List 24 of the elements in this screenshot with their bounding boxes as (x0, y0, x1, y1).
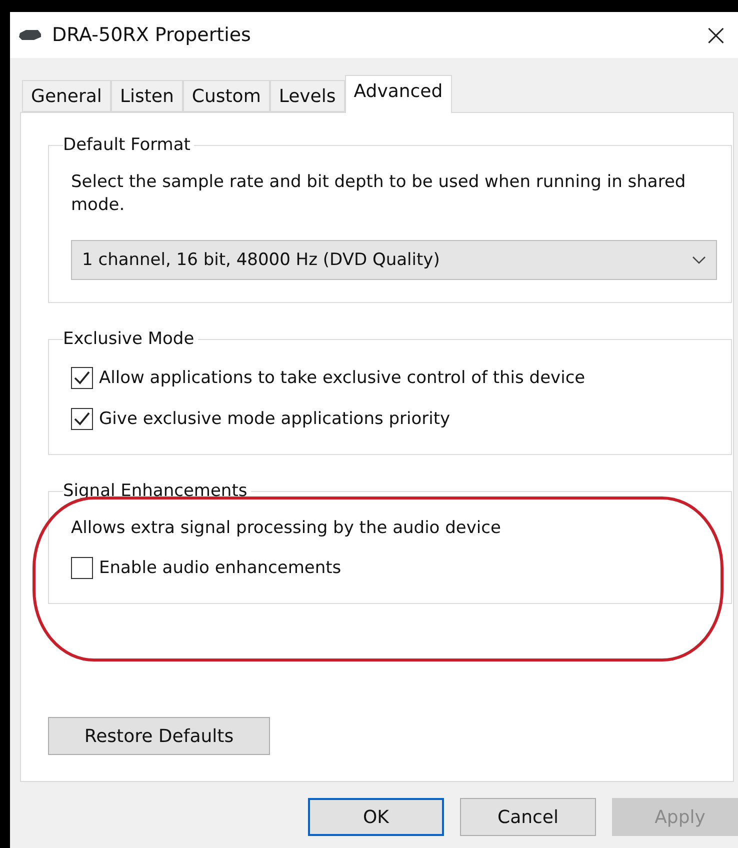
speaker-device-icon (18, 29, 42, 41)
chevron-down-icon (692, 256, 706, 264)
group-title: Exclusive Mode (63, 329, 196, 349)
checkbox[interactable] (71, 367, 93, 389)
checkbox-label: Enable audio enhancements (99, 558, 342, 578)
checkbox-label: Allow applications to take exclusive control of this device (99, 368, 586, 388)
tab[interactable]: Levels (270, 80, 345, 112)
tab[interactable]: Custom (182, 80, 270, 112)
tab[interactable]: General (22, 80, 111, 112)
checkbox[interactable] (71, 557, 93, 579)
checkbox[interactable] (71, 408, 93, 430)
ok-button[interactable]: OK (308, 798, 444, 836)
checkbox-label: Give exclusive mode applications priority (99, 409, 450, 429)
tab[interactable]: Advanced (344, 75, 452, 113)
restore-defaults-button[interactable]: Restore Defaults (48, 717, 270, 755)
window-title: DRA-50RX Properties (52, 24, 252, 46)
close-button[interactable]: × (696, 18, 736, 52)
group-title: Default Format (63, 135, 192, 155)
cancel-button[interactable]: Cancel (460, 798, 596, 836)
group-title: Signal Enhancements (63, 481, 248, 501)
description-text: Allows extra signal processing by the audio device (71, 517, 502, 540)
tab[interactable]: Listen (110, 80, 183, 112)
format-dropdown[interactable]: 1 channel, 16 bit, 48000 Hz (DVD Quality) (71, 240, 717, 280)
description-text: Select the sample rate and bit depth to be used when running in shared mode. (71, 171, 687, 217)
